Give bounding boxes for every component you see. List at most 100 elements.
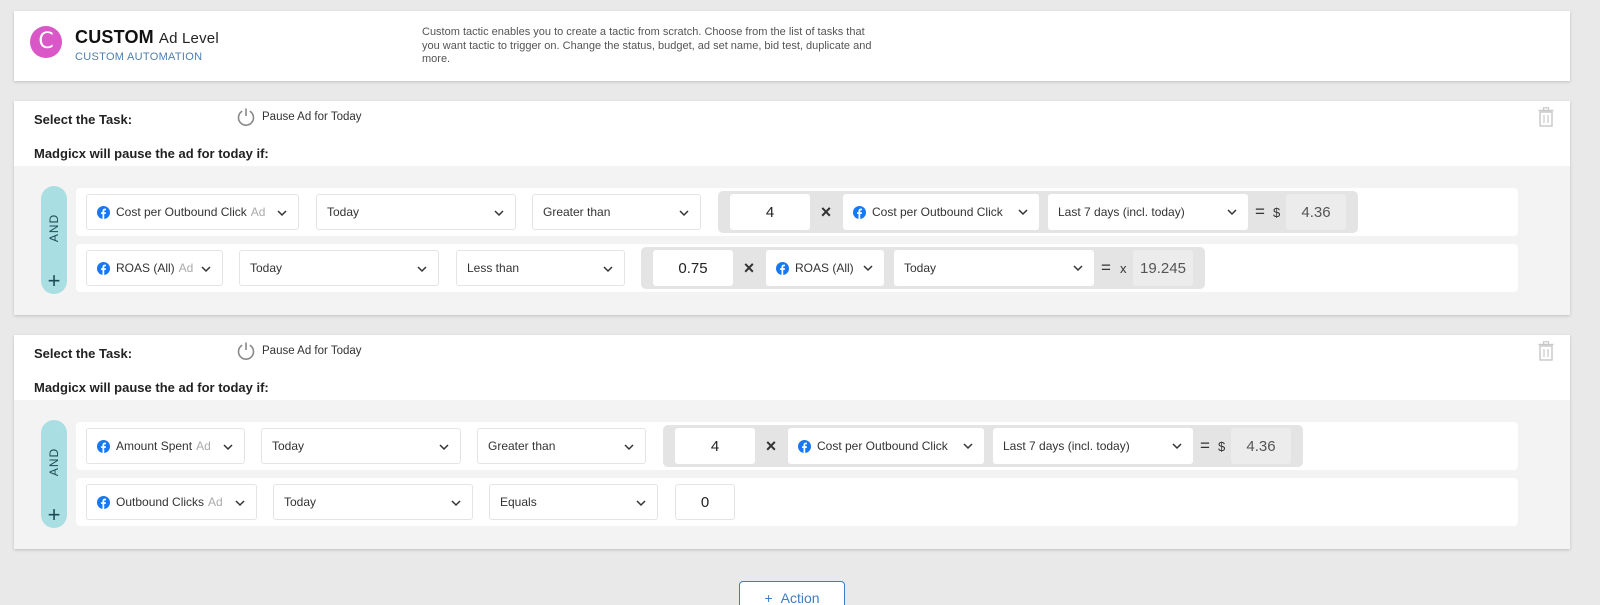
facebook-icon <box>776 261 789 275</box>
period-label: Today <box>327 205 360 219</box>
page-subtitle: CUSTOM AUTOMATION <box>75 51 203 63</box>
reference-period-dropdown[interactable]: Last 7 days (incl. today) <box>1048 194 1248 230</box>
equals-sign: = <box>1255 202 1265 221</box>
metric-dropdown[interactable]: Cost per Outbound Click Ad <box>86 194 299 230</box>
condition-row: Amount Spent Ad Today Greater than 4 × Co… <box>76 422 1518 470</box>
formula-group: 4 × Cost per Outbound Click Last 7 days … <box>663 425 1303 467</box>
result-value: 19.245 <box>1133 250 1193 286</box>
value-input[interactable]: 0 <box>675 484 735 520</box>
custom-logo-icon: C <box>30 26 62 58</box>
facebook-icon <box>97 261 110 275</box>
reference-period-dropdown[interactable]: Today <box>894 250 1094 286</box>
chevron-down-icon <box>963 443 973 450</box>
action-label: Action <box>780 590 820 605</box>
metric-dropdown[interactable]: Outbound Clicks Ad <box>86 484 257 520</box>
facebook-icon <box>97 205 110 219</box>
plus-icon: + <box>764 590 773 605</box>
chevron-down-icon <box>1018 209 1028 216</box>
chevron-down-icon <box>235 500 245 507</box>
period-dropdown[interactable]: Today <box>261 428 461 464</box>
select-task-label: Select the Task: <box>34 346 133 361</box>
facebook-icon <box>97 495 110 509</box>
task-selector[interactable]: Pause Ad for Today <box>236 341 362 361</box>
result-value: 4.36 <box>1231 428 1291 464</box>
and-label[interactable]: AND <box>47 214 61 242</box>
trash-icon[interactable] <box>1538 107 1554 127</box>
metric-label: Outbound Clicks <box>116 495 205 509</box>
reference-period-label: Today <box>904 261 937 275</box>
multiply-icon: × <box>743 257 755 278</box>
metric-dropdown[interactable]: Amount Spent Ad <box>86 428 245 464</box>
multiplier-input[interactable]: 4 <box>675 428 755 464</box>
period-label: Today <box>284 495 317 509</box>
condition-label: Madgicx will pause the ad for today if: <box>34 146 269 161</box>
condition-row: Outbound Clicks Ad Today Equals 0 <box>76 478 1518 526</box>
metric-label: ROAS (All) <box>116 261 175 275</box>
chevron-down-icon <box>603 266 613 273</box>
chevron-down-icon <box>863 265 873 272</box>
power-icon <box>237 108 255 126</box>
rule-card-1: Select the Task: Pause Ad for Today Madg… <box>14 101 1570 315</box>
chevron-down-icon <box>201 266 211 273</box>
chevron-down-icon <box>1172 443 1182 450</box>
add-action-button[interactable]: + Action <box>739 581 845 605</box>
add-condition-plus-icon[interactable]: + <box>41 504 67 526</box>
multiply-icon: × <box>820 201 832 222</box>
operator-dropdown[interactable]: Greater than <box>532 194 701 230</box>
formula-group: 0.75 × ROAS (All) Today = x 19.245 <box>641 247 1205 289</box>
condition-row: ROAS (All) Ad Today Less than 0.75 × ROAS… <box>76 244 1518 292</box>
operator-label: Equals <box>500 495 537 509</box>
and-connector: AND + <box>41 186 67 294</box>
ad-tag: Ad <box>208 495 223 509</box>
and-label[interactable]: AND <box>47 448 61 476</box>
unit-symbol: $ <box>1218 438 1226 454</box>
chevron-down-icon <box>277 210 287 217</box>
condition-row: Cost per Outbound Click Ad Today Greater … <box>76 188 1518 236</box>
period-dropdown[interactable]: Today <box>273 484 473 520</box>
ad-tag: Ad <box>250 205 266 219</box>
task-label: Pause Ad for Today <box>262 111 362 123</box>
task-label: Pause Ad for Today <box>262 345 362 357</box>
operator-label: Less than <box>467 261 520 275</box>
reference-metric-dropdown[interactable]: ROAS (All) <box>766 250 884 286</box>
reference-metric-dropdown[interactable]: Cost per Outbound Click <box>843 194 1039 230</box>
conditions-area: AND + Cost per Outbound Click Ad Today Gr… <box>14 166 1570 315</box>
chevron-down-icon <box>1227 209 1237 216</box>
period-label: Today <box>250 261 283 275</box>
multiply-icon: × <box>765 435 777 456</box>
metric-dropdown[interactable]: ROAS (All) Ad <box>86 250 223 286</box>
power-icon <box>237 342 255 360</box>
reference-metric-dropdown[interactable]: Cost per Outbound Click <box>788 428 984 464</box>
reference-period-dropdown[interactable]: Last 7 days (incl. today) <box>993 428 1193 464</box>
tactic-header: C CUSTOM Ad Level CUSTOM AUTOMATION Custo… <box>14 11 1570 81</box>
and-connector: AND + <box>41 420 67 528</box>
operator-dropdown[interactable]: Less than <box>456 250 625 286</box>
multiplier-input[interactable]: 4 <box>730 194 810 230</box>
chevron-down-icon <box>679 210 689 217</box>
reference-metric-label: Cost per Outbound Click <box>817 439 948 453</box>
reference-period-label: Last 7 days (incl. today) <box>1058 205 1185 219</box>
chevron-down-icon <box>439 444 449 451</box>
trash-icon[interactable] <box>1538 341 1554 361</box>
rule-card-2: Select the Task: Pause Ad for Today Madg… <box>14 335 1570 549</box>
facebook-icon <box>853 205 866 219</box>
operator-dropdown[interactable]: Equals <box>489 484 658 520</box>
task-selector[interactable]: Pause Ad for Today <box>236 107 362 127</box>
chevron-down-icon <box>624 444 634 451</box>
period-dropdown[interactable]: Today <box>239 250 439 286</box>
level-text: Ad Level <box>158 30 219 47</box>
multiplier-input[interactable]: 0.75 <box>653 250 733 286</box>
operator-dropdown[interactable]: Greater than <box>477 428 646 464</box>
chevron-down-icon <box>1073 265 1083 272</box>
chevron-down-icon <box>494 210 504 217</box>
reference-metric-label: ROAS (All) <box>795 261 854 275</box>
conditions-area: AND + Amount Spent Ad Today Greater than … <box>14 400 1570 549</box>
result-value: 4.36 <box>1286 194 1346 230</box>
facebook-icon <box>97 439 110 453</box>
add-condition-plus-icon[interactable]: + <box>41 270 67 292</box>
unit-symbol: x <box>1120 260 1127 276</box>
operator-label: Greater than <box>488 439 556 453</box>
period-dropdown[interactable]: Today <box>316 194 516 230</box>
operator-label: Greater than <box>543 205 611 219</box>
select-task-label: Select the Task: <box>34 112 133 127</box>
